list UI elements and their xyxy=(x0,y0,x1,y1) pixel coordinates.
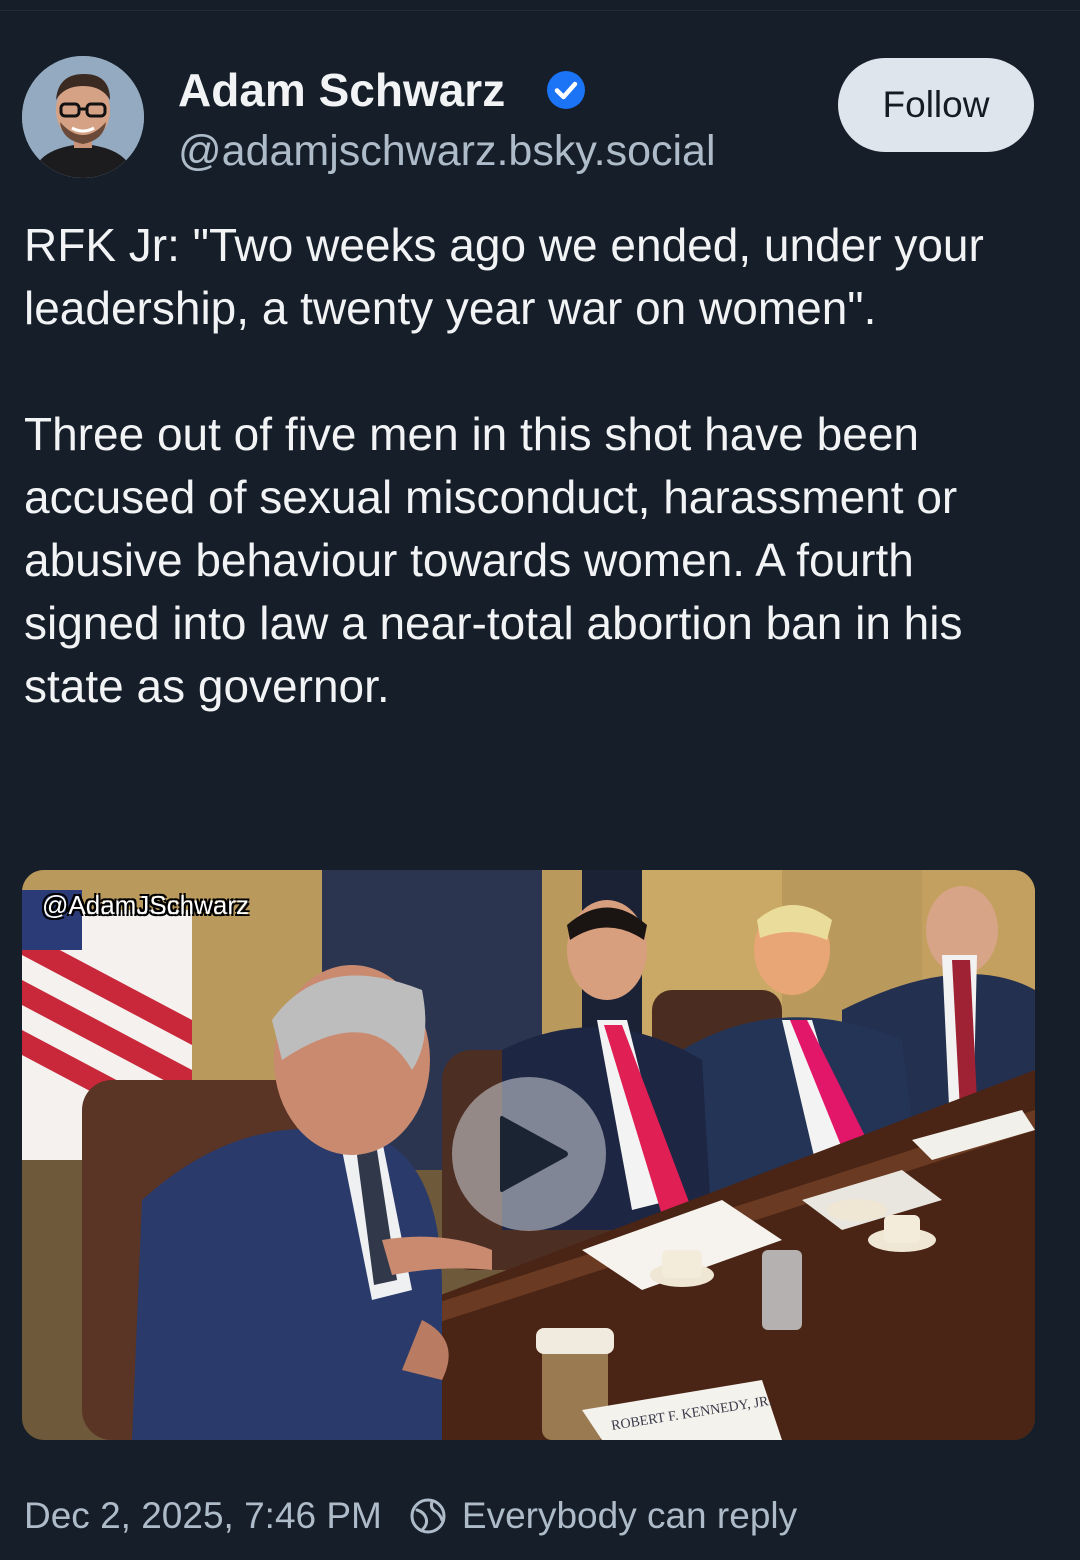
author-handle[interactable]: @adamjschwarz.bsky.social xyxy=(178,124,716,178)
globe-reply-icon xyxy=(410,1498,446,1534)
video-watermark: @AdamJSchwarz xyxy=(42,890,250,920)
post-timestamp[interactable]: Dec 2, 2025, 7:46 PM xyxy=(24,1495,382,1537)
play-button[interactable] xyxy=(452,1077,606,1231)
author-name[interactable]: Adam Schwarz xyxy=(178,62,505,118)
follow-button[interactable]: Follow xyxy=(838,58,1034,152)
post-paragraph: Three out of five men in this shot have … xyxy=(24,408,963,712)
play-icon xyxy=(500,1115,568,1193)
post-paragraph: RFK Jr: "Two weeks ago we ended, under y… xyxy=(24,219,984,334)
verified-badge-icon xyxy=(547,71,585,109)
reply-setting[interactable]: Everybody can reply xyxy=(462,1495,797,1537)
avatar[interactable] xyxy=(22,56,144,178)
person-avatar-icon xyxy=(22,56,144,178)
post-text: RFK Jr: "Two weeks ago we ended, under y… xyxy=(24,214,1024,718)
top-divider xyxy=(0,10,1080,11)
post-footer: Dec 2, 2025, 7:46 PM Everybody can reply xyxy=(24,1488,797,1544)
video-player[interactable]: ROBERT F. KENNEDY, JR. @AdamJSchwarz xyxy=(22,870,1035,1440)
